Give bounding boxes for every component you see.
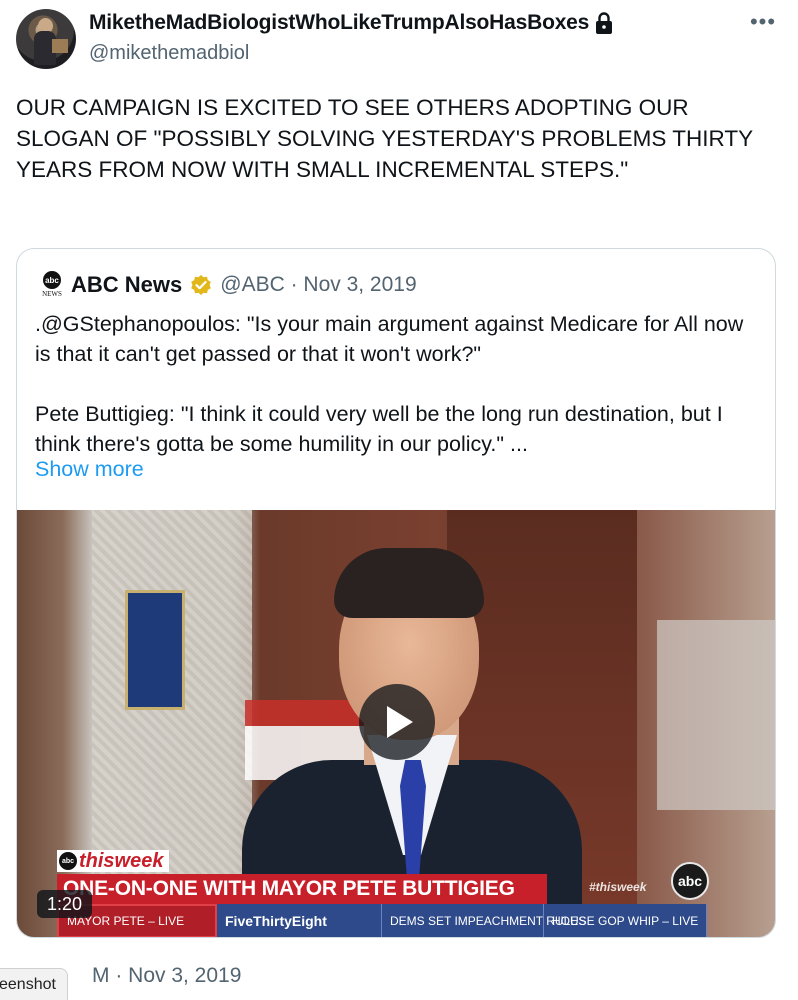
quoted-tweet-card[interactable]: abc NEWS ABC News @ABC · Nov 3, 2019 .@G… (16, 248, 776, 938)
lock-icon (595, 12, 613, 34)
author-avatar[interactable] (16, 9, 76, 69)
this-week-logo: abc thisweek (57, 850, 170, 872)
play-button[interactable] (359, 684, 435, 760)
video-ticker: MAYOR PETE – LIVE FiveThirtyEight DEMS S… (57, 904, 707, 937)
video-player[interactable]: abc thisweek ONE-ON-ONE WITH MAYOR PETE … (17, 510, 775, 937)
show-more-link[interactable]: Show more (35, 457, 144, 482)
video-headline: ONE-ON-ONE WITH MAYOR PETE BUTTIGIEG (57, 874, 547, 904)
video-hashtag: #thisweek (589, 880, 647, 894)
author-display-name[interactable]: MiketheMadBiologistWhoLikeTrumpAlsoHasBo… (89, 11, 613, 35)
quoted-author-name[interactable]: ABC News (71, 272, 182, 298)
quoted-tweet-text: .@GStephanopoulos: "Is your main argumen… (35, 309, 755, 459)
abc-network-bug-icon: abc (671, 862, 709, 900)
avatar-box (52, 39, 68, 53)
tweet-timestamp[interactable]: M · Nov 3, 2019 (92, 964, 241, 988)
ticker-item: DEMS SET IMPEACHMENT RULES (382, 904, 586, 937)
screenshot-tab[interactable]: eenshot (0, 968, 68, 1000)
verified-gold-icon (191, 275, 212, 295)
more-options-icon[interactable]: ••• (748, 11, 778, 36)
quoted-handle-date[interactable]: @ABC · Nov 3, 2019 (220, 273, 416, 297)
ticker-item: FiveThirtyEight (217, 904, 382, 937)
quoted-text-line-2: Pete Buttigieg: "I think it could very w… (35, 402, 723, 456)
quoted-tweet-header: abc NEWS ABC News @ABC · Nov 3, 2019 (41, 271, 417, 299)
video-background-sign (125, 590, 185, 710)
video-duration: 1:20 (37, 890, 93, 918)
author-handle[interactable]: @mikethemadbiol (89, 42, 249, 65)
tweet-text: OUR CAMPAIGN IS EXCITED TO SEE OTHERS AD… (16, 95, 753, 182)
play-icon (387, 706, 413, 738)
ticker-item: HOUSE GOP WHIP – LIVE (544, 904, 707, 937)
abc-news-logo-icon[interactable]: abc NEWS (41, 271, 63, 299)
author-name-text: MiketheMadBiologistWhoLikeTrumpAlsoHasBo… (89, 11, 590, 34)
video-background-panel (657, 620, 775, 810)
quoted-text-line-1: .@GStephanopoulos: "Is your main argumen… (35, 312, 744, 366)
